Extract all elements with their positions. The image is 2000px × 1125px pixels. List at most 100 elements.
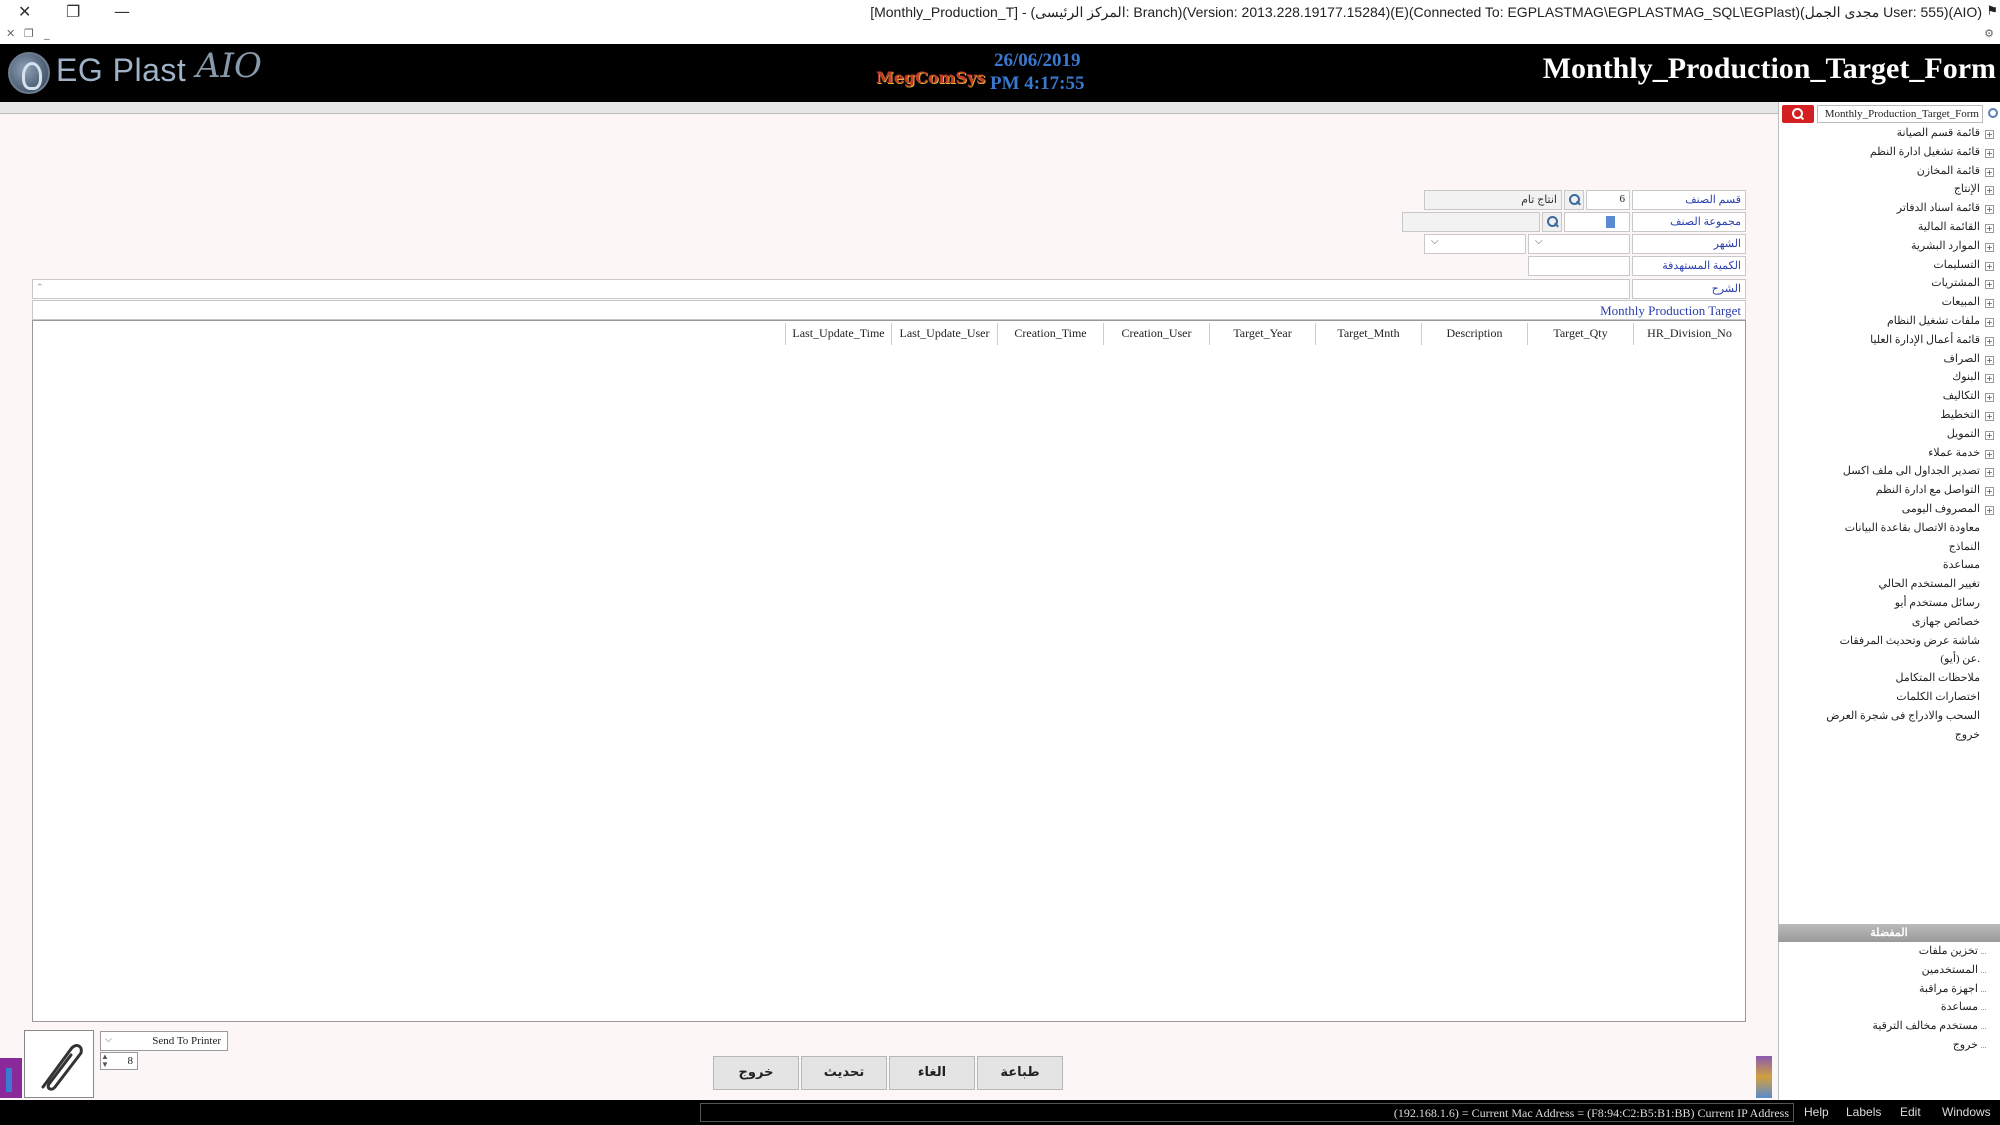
settings-icon[interactable]: ⚙ (1984, 27, 1994, 40)
expand-icon[interactable]: + (1985, 280, 1994, 290)
tree-item[interactable]: السحب والادراج فى شجرة العرض (1784, 709, 1994, 728)
tree-item[interactable]: قائمة قسم الصيانة + (1784, 126, 1994, 145)
expand-icon[interactable]: + (1985, 223, 1994, 233)
tree-item[interactable]: التمويل + (1784, 427, 1994, 446)
menu-windows[interactable]: Windows (1942, 1105, 1991, 1119)
tree-search-icon[interactable] (1782, 105, 1814, 123)
expand-icon[interactable]: + (1985, 374, 1994, 384)
expand-icon[interactable]: + (1985, 449, 1994, 459)
color-tool-icon[interactable] (1756, 1056, 1772, 1098)
tree-item[interactable]: التخطيط + (1784, 408, 1994, 427)
expand-icon[interactable]: + (1985, 336, 1994, 346)
expand-icon[interactable]: + (1985, 487, 1994, 497)
col-target-qty[interactable]: Target_Qty (1527, 323, 1633, 345)
tree-item[interactable]: النماذج (1784, 540, 1994, 559)
tree-item[interactable]: معاودة الاتصال بقاعدة البيانات (1784, 521, 1994, 540)
restore-window-icon[interactable]: ❐ (66, 2, 80, 21)
col-description[interactable]: Description (1421, 323, 1527, 345)
col-creation-time[interactable]: Creation_Time (997, 323, 1103, 345)
tree-item[interactable]: مساعدة (1784, 558, 1994, 577)
scroll-up-icon[interactable]: ⌃ (36, 282, 44, 293)
tree-item[interactable]: الإنتاج + (1784, 182, 1994, 201)
tree-item[interactable]: عن (أيو). (1784, 652, 1994, 671)
tree-item[interactable]: المصروف اليومى + (1784, 502, 1994, 521)
expand-icon[interactable]: + (1985, 430, 1994, 440)
spinner-arrows-icon[interactable]: ▲ ▼ (101, 1053, 109, 1069)
exit-button[interactable]: خروج (713, 1056, 799, 1090)
menu-labels[interactable]: Labels (1846, 1105, 1881, 1119)
expand-icon[interactable]: + (1985, 242, 1994, 252)
attachment-button[interactable] (24, 1030, 94, 1098)
close-window-icon[interactable]: ✕ (18, 2, 31, 21)
cancel-button[interactable]: الغاء (889, 1056, 975, 1090)
tree-find-icon[interactable] (1985, 105, 2000, 123)
group-input[interactable] (1564, 212, 1630, 232)
tree-item[interactable]: المشتريات + (1784, 276, 1994, 295)
tree-item[interactable]: ملفات تشغيل النظام + (1784, 314, 1994, 333)
year-dropdown[interactable]: ⌵ (1424, 234, 1526, 254)
tree-item[interactable]: تصدير الجداول الى ملف اكسل + (1784, 464, 1994, 483)
tree-item[interactable]: التواصل مع ادارة النظم + (1784, 483, 1994, 502)
print-button[interactable]: طباعة (977, 1056, 1063, 1090)
favorite-item[interactable]: المستخدمين (1788, 963, 1988, 982)
col-hr-division-no[interactable]: HR_Division_No (1633, 323, 1745, 345)
tree-search-input[interactable]: Monthly_Production_Target_Form (1817, 105, 1983, 123)
division-input[interactable]: 6 (1586, 190, 1630, 210)
menu-help[interactable]: Help (1804, 1105, 1829, 1119)
favorite-item[interactable]: خروج (1788, 1038, 1988, 1057)
tree-item[interactable]: قائمة أعمال الإدارة العليا + (1784, 333, 1994, 352)
favorite-item[interactable]: مستخدم مخالف الترقية (1788, 1019, 1988, 1038)
data-grid[interactable]: HR_Division_No Target_Qty Description Ta… (32, 320, 1746, 1022)
menu-edit[interactable]: Edit (1900, 1105, 1921, 1119)
expand-icon[interactable]: + (1985, 130, 1994, 139)
tree-item[interactable]: شاشة عرض وتحديث المرفقات (1784, 634, 1994, 653)
month-dropdown[interactable]: ⌵ (1528, 234, 1630, 254)
expand-icon[interactable]: + (1985, 261, 1994, 271)
expand-icon[interactable]: + (1985, 205, 1994, 215)
tree-item[interactable]: القائمة المالية + (1784, 220, 1994, 239)
favorite-item[interactable]: اجهزة مراقبة (1788, 982, 1988, 1001)
tree-item[interactable]: الصراف + (1784, 352, 1994, 371)
tree-item[interactable]: رسائل مستخدم أيو (1784, 596, 1994, 615)
expand-icon[interactable]: + (1985, 411, 1994, 421)
printer-dropdown[interactable]: ⌵ Send To Printer (100, 1031, 228, 1051)
target-qty-input[interactable] (1528, 256, 1630, 276)
minimize-window-icon[interactable]: — (114, 2, 130, 21)
expand-icon[interactable]: + (1985, 186, 1994, 196)
expand-icon[interactable]: + (1985, 148, 1994, 158)
expand-icon[interactable]: + (1985, 317, 1994, 327)
expand-icon[interactable]: + (1985, 505, 1994, 515)
tree-item[interactable]: التسليمات + (1784, 258, 1994, 277)
mdi-close-icon[interactable]: ✕ (6, 27, 15, 40)
expand-icon[interactable]: + (1985, 167, 1994, 177)
expand-icon[interactable]: + (1985, 355, 1994, 365)
tree-item[interactable]: البنوك + (1784, 370, 1994, 389)
tree-item[interactable]: قائمة اسناد الدفاتر + (1784, 201, 1994, 220)
col-target-mnth[interactable]: Target_Mnth (1315, 323, 1421, 345)
expand-icon[interactable]: + (1985, 393, 1994, 403)
expand-icon[interactable]: + (1985, 468, 1994, 478)
tree-item[interactable]: الموارد البشرية + (1784, 239, 1994, 258)
tree-item[interactable]: تغيير المستخدم الحالي (1784, 577, 1994, 596)
refresh-button[interactable]: تحديث (801, 1056, 887, 1090)
tree-item[interactable]: قائمة المخازن + (1784, 164, 1994, 183)
favorite-item[interactable]: تخزين ملفات (1788, 944, 1988, 963)
mdi-restore-icon[interactable]: ❐ (24, 27, 34, 40)
group-search-icon[interactable] (1542, 212, 1562, 232)
tree-item[interactable]: خروج (1784, 728, 1994, 747)
tree-item[interactable]: ملاحظات المتكامل (1784, 671, 1994, 690)
tree-item[interactable]: اختصارات الكلمات (1784, 690, 1994, 709)
description-input[interactable]: ⌃ (32, 279, 1630, 299)
side-tool-icon[interactable] (0, 1058, 22, 1098)
tree-item[interactable]: المبيعات + (1784, 295, 1994, 314)
col-last-update-user[interactable]: Last_Update_User (891, 323, 997, 345)
tree-item[interactable]: التكاليف + (1784, 389, 1994, 408)
tree-item[interactable]: خصائص جهازى (1784, 615, 1994, 634)
expand-icon[interactable]: + (1985, 299, 1994, 309)
col-creation-user[interactable]: Creation_User (1103, 323, 1209, 345)
favorite-item[interactable]: مساعدة (1788, 1000, 1988, 1019)
division-search-icon[interactable] (1564, 190, 1584, 210)
tree-item[interactable]: خدمة عملاء + (1784, 446, 1994, 465)
col-target-year[interactable]: Target_Year (1209, 323, 1315, 345)
col-last-update-time[interactable]: Last_Update_Time (785, 323, 891, 345)
